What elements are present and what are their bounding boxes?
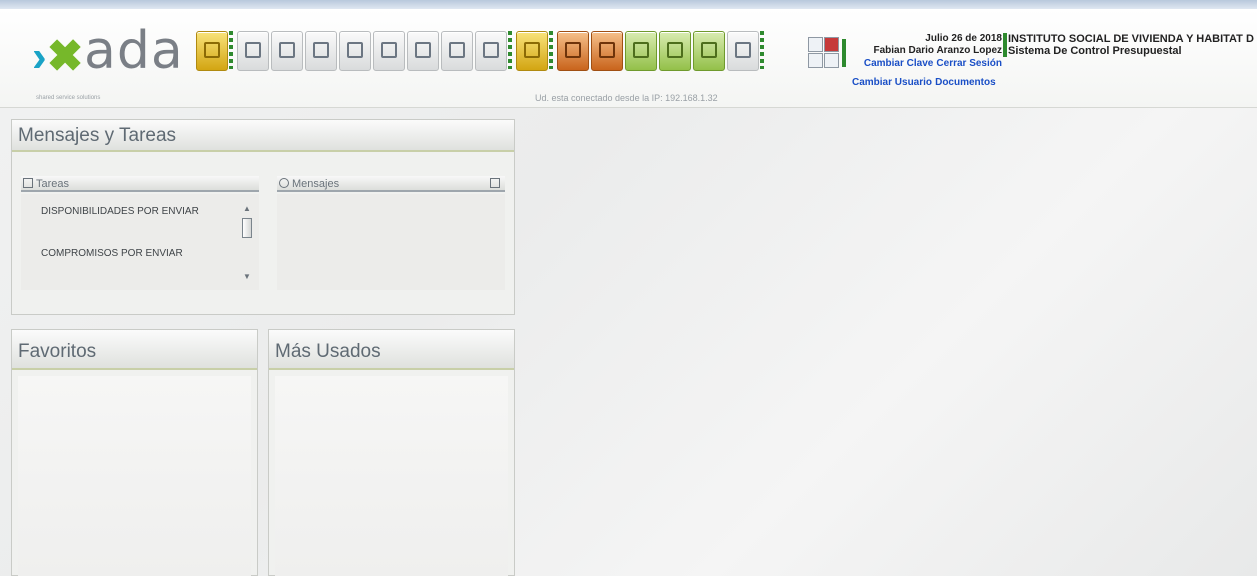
settings-button[interactable] [693, 31, 725, 71]
toolbar-separator [760, 31, 764, 69]
new-document-icon [245, 42, 261, 58]
delete-button[interactable] [475, 31, 507, 71]
organization-name: INSTITUTO SOCIAL DE VIVIENDA Y HABITAT D [1008, 33, 1254, 45]
lock-button[interactable] [516, 31, 548, 71]
most-used-list [275, 376, 508, 576]
logo-mark-icon: ›✖ [32, 32, 84, 81]
home-icon [599, 42, 615, 58]
favorites-panel: Favoritos [11, 329, 258, 576]
undo-icon [347, 42, 363, 58]
header-separator [842, 39, 846, 67]
search-icon [415, 42, 431, 58]
org-separator [1003, 33, 1007, 57]
calendar-icon [735, 42, 751, 58]
scroll-down-icon[interactable]: ▼ [241, 272, 253, 282]
scroll-thumb[interactable] [242, 218, 252, 238]
grid-button[interactable] [625, 31, 657, 71]
undo-button[interactable] [339, 31, 371, 71]
favorites-title: Favoritos [12, 330, 257, 370]
delete-icon [483, 42, 499, 58]
window-top-border [0, 0, 1257, 9]
modules-button[interactable] [659, 31, 691, 71]
small-toggle-icon[interactable] [808, 37, 823, 52]
task-item[interactable]: DISPONIBILIDADES POR ENVIAR [41, 206, 199, 217]
change-user-link[interactable]: Cambiar Usuario [852, 77, 932, 88]
messages-header: Mensajes [277, 176, 505, 192]
documents-link[interactable]: Documentos [935, 77, 996, 88]
lock-icon [524, 42, 540, 58]
tasks-list: DISPONIBILIDADES POR ENVIAR COMPROMISOS … [21, 194, 259, 290]
connection-info: Ud. esta conectado desde la IP: 192.168.… [535, 93, 718, 103]
save-icon [279, 42, 295, 58]
save-button[interactable] [271, 31, 303, 71]
edit-message-icon[interactable] [490, 178, 500, 188]
user-info: Julio 26 de 2018 Fabian Dario Aranzo Lop… [852, 33, 1002, 89]
small-close-icon[interactable] [824, 37, 839, 52]
app-header: ›✖ ada shared service solutions Ud. esta… [0, 9, 1257, 108]
change-password-link[interactable]: Cambiar Clave [864, 58, 933, 69]
calendar-button[interactable] [727, 31, 759, 71]
toolbar-separator [549, 31, 553, 69]
messages-tasks-panel: Mensajes y Tareas Tareas DISPONIBILIDADE… [11, 119, 515, 315]
report-button[interactable] [441, 31, 473, 71]
favorites-list [18, 376, 251, 576]
task-item[interactable]: COMPROMISOS POR ENVIAR [41, 248, 183, 259]
home-button[interactable] [591, 31, 623, 71]
ada-logo: ›✖ ada shared service solutions [32, 19, 192, 101]
current-date: Julio 26 de 2018 [925, 33, 1002, 44]
logout-link[interactable]: Cerrar Sesión [936, 58, 1002, 69]
messages-icon [279, 178, 289, 188]
exit-button[interactable] [557, 31, 589, 71]
modules-icon [667, 42, 683, 58]
most-used-title: Más Usados [269, 330, 514, 370]
report-icon [449, 42, 465, 58]
folder-icon [204, 42, 220, 58]
new-document-button[interactable] [237, 31, 269, 71]
folder-button[interactable] [196, 31, 228, 71]
grid-icon [633, 42, 649, 58]
messages-tasks-title: Mensajes y Tareas [12, 120, 514, 152]
messages-list [277, 194, 505, 290]
small-window-icon[interactable] [824, 53, 839, 68]
organization-info: INSTITUTO SOCIAL DE VIVIENDA Y HABITAT D… [1008, 33, 1254, 57]
toolbar-separator [508, 31, 512, 69]
tasks-header-label: Tareas [36, 178, 70, 190]
toolbar-separator [229, 31, 233, 69]
messages-header-label: Mensajes [292, 178, 340, 190]
tasks-icon [23, 178, 33, 188]
print-icon [381, 42, 397, 58]
scroll-up-icon[interactable]: ▲ [241, 204, 253, 214]
tasks-header: Tareas [21, 176, 259, 192]
most-used-panel: Más Usados [268, 329, 515, 576]
tasks-scrollbar[interactable]: ▲ ▼ [241, 204, 253, 286]
system-name: Sistema De Control Presupuestal [1008, 45, 1182, 57]
logo-tagline: shared service solutions [36, 95, 101, 101]
user-name: Fabian Dario Aranzo Lopez [873, 45, 1002, 56]
small-help-icon[interactable] [808, 53, 823, 68]
search-button[interactable] [407, 31, 439, 71]
document-icon [313, 42, 329, 58]
document-button[interactable] [305, 31, 337, 71]
logo-wordmark: ada [84, 21, 184, 81]
exit-icon [565, 42, 581, 58]
settings-icon [701, 42, 717, 58]
print-button[interactable] [373, 31, 405, 71]
